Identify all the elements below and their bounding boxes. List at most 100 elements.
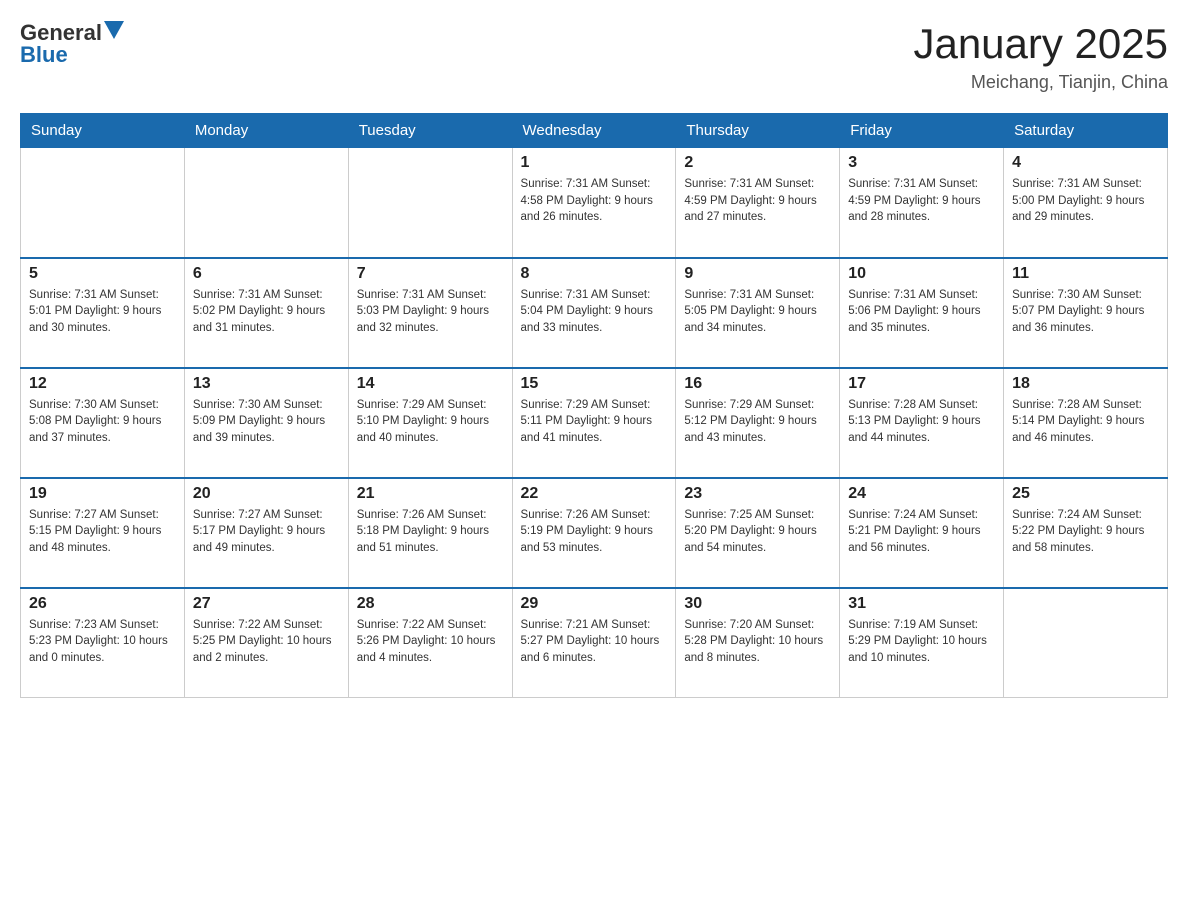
day-cell <box>184 148 348 258</box>
day-info: Sunrise: 7:22 AM Sunset: 5:26 PM Dayligh… <box>357 617 504 667</box>
day-info: Sunrise: 7:29 AM Sunset: 5:10 PM Dayligh… <box>357 397 504 447</box>
day-number: 5 <box>29 265 176 283</box>
day-info: Sunrise: 7:31 AM Sunset: 4:58 PM Dayligh… <box>521 176 668 226</box>
week-row-4: 19 Sunrise: 7:27 AM Sunset: 5:15 PM Dayli… <box>21 478 1168 588</box>
day-cell: 10 Sunrise: 7:31 AM Sunset: 5:06 PM Dayli… <box>840 258 1004 368</box>
day-cell: 24 Sunrise: 7:24 AM Sunset: 5:21 PM Dayli… <box>840 478 1004 588</box>
day-cell: 23 Sunrise: 7:25 AM Sunset: 5:20 PM Dayli… <box>676 478 840 588</box>
day-cell: 9 Sunrise: 7:31 AM Sunset: 5:05 PM Daylig… <box>676 258 840 368</box>
day-number: 16 <box>684 375 831 393</box>
day-cell: 31 Sunrise: 7:19 AM Sunset: 5:29 PM Dayli… <box>840 588 1004 698</box>
day-number: 27 <box>193 595 340 613</box>
day-cell <box>21 148 185 258</box>
day-number: 4 <box>1012 154 1159 172</box>
day-info: Sunrise: 7:31 AM Sunset: 5:05 PM Dayligh… <box>684 287 831 337</box>
header-monday: Monday <box>184 114 348 148</box>
day-cell: 29 Sunrise: 7:21 AM Sunset: 5:27 PM Dayli… <box>512 588 676 698</box>
page-header: General Blue January 2025 Meichang, Tian… <box>20 20 1168 93</box>
day-cell <box>1004 588 1168 698</box>
logo: General Blue <box>20 20 124 68</box>
day-cell: 1 Sunrise: 7:31 AM Sunset: 4:58 PM Daylig… <box>512 148 676 258</box>
day-info: Sunrise: 7:31 AM Sunset: 5:00 PM Dayligh… <box>1012 176 1159 226</box>
day-info: Sunrise: 7:22 AM Sunset: 5:25 PM Dayligh… <box>193 617 340 667</box>
day-cell: 4 Sunrise: 7:31 AM Sunset: 5:00 PM Daylig… <box>1004 148 1168 258</box>
day-number: 9 <box>684 265 831 283</box>
day-number: 21 <box>357 485 504 503</box>
day-number: 26 <box>29 595 176 613</box>
day-info: Sunrise: 7:31 AM Sunset: 5:04 PM Dayligh… <box>521 287 668 337</box>
day-info: Sunrise: 7:29 AM Sunset: 5:11 PM Dayligh… <box>521 397 668 447</box>
day-cell: 25 Sunrise: 7:24 AM Sunset: 5:22 PM Dayli… <box>1004 478 1168 588</box>
day-number: 18 <box>1012 375 1159 393</box>
day-cell <box>348 148 512 258</box>
day-info: Sunrise: 7:31 AM Sunset: 5:03 PM Dayligh… <box>357 287 504 337</box>
title-section: January 2025 Meichang, Tianjin, China <box>913 20 1168 93</box>
day-cell: 20 Sunrise: 7:27 AM Sunset: 5:17 PM Dayli… <box>184 478 348 588</box>
day-cell: 12Sunrise: 7:30 AM Sunset: 5:08 PM Dayli… <box>21 368 185 478</box>
day-cell: 8 Sunrise: 7:31 AM Sunset: 5:04 PM Daylig… <box>512 258 676 368</box>
header-tuesday: Tuesday <box>348 114 512 148</box>
day-cell: 3Sunrise: 7:31 AM Sunset: 4:59 PM Daylig… <box>840 148 1004 258</box>
day-info: Sunrise: 7:29 AM Sunset: 5:12 PM Dayligh… <box>684 397 831 447</box>
day-info: Sunrise: 7:30 AM Sunset: 5:08 PM Dayligh… <box>29 397 176 447</box>
day-number: 24 <box>848 485 995 503</box>
day-info: Sunrise: 7:25 AM Sunset: 5:20 PM Dayligh… <box>684 507 831 557</box>
day-number: 10 <box>848 265 995 283</box>
day-info: Sunrise: 7:21 AM Sunset: 5:27 PM Dayligh… <box>521 617 668 667</box>
day-number: 19 <box>29 485 176 503</box>
day-cell: 28 Sunrise: 7:22 AM Sunset: 5:26 PM Dayli… <box>348 588 512 698</box>
day-cell: 26 Sunrise: 7:23 AM Sunset: 5:23 PM Dayli… <box>21 588 185 698</box>
day-cell: 19 Sunrise: 7:27 AM Sunset: 5:15 PM Dayli… <box>21 478 185 588</box>
day-cell: 16 Sunrise: 7:29 AM Sunset: 5:12 PM Dayli… <box>676 368 840 478</box>
day-number: 20 <box>193 485 340 503</box>
day-info: Sunrise: 7:24 AM Sunset: 5:22 PM Dayligh… <box>1012 507 1159 557</box>
day-info: Sunrise: 7:23 AM Sunset: 5:23 PM Dayligh… <box>29 617 176 667</box>
day-info: Sunrise: 7:24 AM Sunset: 5:21 PM Dayligh… <box>848 507 995 557</box>
week-row-2: 5 Sunrise: 7:31 AM Sunset: 5:01 PM Daylig… <box>21 258 1168 368</box>
day-info: Sunrise: 7:28 AM Sunset: 5:14 PM Dayligh… <box>1012 397 1159 447</box>
day-number: 14 <box>357 375 504 393</box>
day-cell: 17Sunrise: 7:28 AM Sunset: 5:13 PM Dayli… <box>840 368 1004 478</box>
day-number: 25 <box>1012 485 1159 503</box>
day-cell: 27 Sunrise: 7:22 AM Sunset: 5:25 PM Dayli… <box>184 588 348 698</box>
header-wednesday: Wednesday <box>512 114 676 148</box>
day-number: 1 <box>521 154 668 172</box>
day-number: 8 <box>521 265 668 283</box>
day-info: Sunrise: 7:31 AM Sunset: 5:01 PM Dayligh… <box>29 287 176 337</box>
header-sunday: Sunday <box>21 114 185 148</box>
day-cell: 6Sunrise: 7:31 AM Sunset: 5:02 PM Daylig… <box>184 258 348 368</box>
day-cell: 30Sunrise: 7:20 AM Sunset: 5:28 PM Dayli… <box>676 588 840 698</box>
day-number: 28 <box>357 595 504 613</box>
week-row-1: 1 Sunrise: 7:31 AM Sunset: 4:58 PM Daylig… <box>21 148 1168 258</box>
day-cell: 14 Sunrise: 7:29 AM Sunset: 5:10 PM Dayli… <box>348 368 512 478</box>
day-info: Sunrise: 7:27 AM Sunset: 5:15 PM Dayligh… <box>29 507 176 557</box>
day-cell: 15 Sunrise: 7:29 AM Sunset: 5:11 PM Dayli… <box>512 368 676 478</box>
day-info: Sunrise: 7:27 AM Sunset: 5:17 PM Dayligh… <box>193 507 340 557</box>
day-number: 17 <box>848 375 995 393</box>
day-info: Sunrise: 7:30 AM Sunset: 5:09 PM Dayligh… <box>193 397 340 447</box>
day-info: Sunrise: 7:31 AM Sunset: 4:59 PM Dayligh… <box>684 176 831 226</box>
day-info: Sunrise: 7:31 AM Sunset: 5:02 PM Dayligh… <box>193 287 340 337</box>
logo-blue: Blue <box>20 42 68 68</box>
day-info: Sunrise: 7:31 AM Sunset: 4:59 PM Dayligh… <box>848 176 995 226</box>
day-number: 13 <box>193 375 340 393</box>
day-number: 29 <box>521 595 668 613</box>
day-cell: 7Sunrise: 7:31 AM Sunset: 5:03 PM Daylig… <box>348 258 512 368</box>
week-row-3: 12Sunrise: 7:30 AM Sunset: 5:08 PM Dayli… <box>21 368 1168 478</box>
day-cell: 5 Sunrise: 7:31 AM Sunset: 5:01 PM Daylig… <box>21 258 185 368</box>
day-info: Sunrise: 7:30 AM Sunset: 5:07 PM Dayligh… <box>1012 287 1159 337</box>
header-row: SundayMondayTuesdayWednesdayThursdayFrid… <box>21 114 1168 148</box>
calendar-table: SundayMondayTuesdayWednesdayThursdayFrid… <box>20 113 1168 698</box>
day-info: Sunrise: 7:26 AM Sunset: 5:19 PM Dayligh… <box>521 507 668 557</box>
day-number: 15 <box>521 375 668 393</box>
day-number: 23 <box>684 485 831 503</box>
day-number: 30 <box>684 595 831 613</box>
day-cell: 11Sunrise: 7:30 AM Sunset: 5:07 PM Dayli… <box>1004 258 1168 368</box>
calendar-subtitle: Meichang, Tianjin, China <box>913 72 1168 93</box>
day-info: Sunrise: 7:31 AM Sunset: 5:06 PM Dayligh… <box>848 287 995 337</box>
day-cell: 22Sunrise: 7:26 AM Sunset: 5:19 PM Dayli… <box>512 478 676 588</box>
day-info: Sunrise: 7:19 AM Sunset: 5:29 PM Dayligh… <box>848 617 995 667</box>
week-row-5: 26 Sunrise: 7:23 AM Sunset: 5:23 PM Dayli… <box>21 588 1168 698</box>
day-number: 31 <box>848 595 995 613</box>
day-cell: 13 Sunrise: 7:30 AM Sunset: 5:09 PM Dayli… <box>184 368 348 478</box>
